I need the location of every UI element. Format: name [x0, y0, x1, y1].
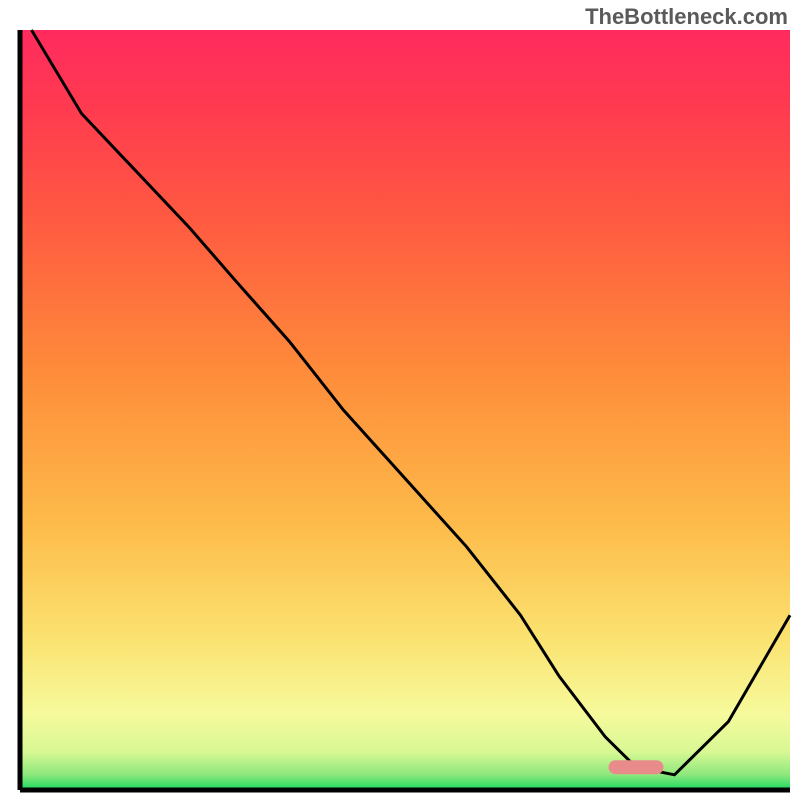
- plot-background: [20, 30, 790, 790]
- optimal-marker: [609, 760, 664, 774]
- chart-container: TheBottleneck.com: [0, 0, 800, 800]
- watermark-text: TheBottleneck.com: [585, 4, 788, 30]
- chart-svg: [0, 0, 800, 800]
